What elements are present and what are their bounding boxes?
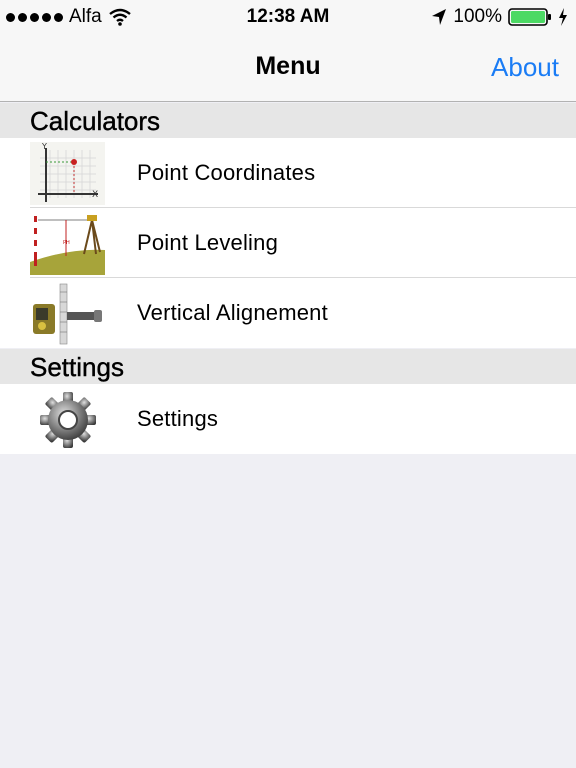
charging-bolt-icon (559, 8, 567, 26)
battery-percent: 100% (453, 6, 502, 27)
list-item-settings[interactable]: Settings (0, 384, 576, 454)
svg-text:X: X (92, 190, 98, 200)
list-item-label: Point Leveling (137, 230, 279, 255)
battery-icon (508, 8, 551, 26)
navigation-bar: Menu About (0, 34, 576, 102)
list-item-label: Vertical Alignement (137, 300, 328, 325)
svg-text:Y: Y (41, 142, 47, 151)
point-leveling-icon: PH (30, 212, 105, 275)
svg-text:PH: PH (63, 240, 70, 246)
point-coordinates-icon: Y X (30, 142, 105, 205)
section-header-settings: Settings (0, 349, 576, 384)
list-item-vertical-alignement[interactable]: Vertical Alignement (0, 278, 576, 348)
vertical-alignement-icon (30, 282, 105, 345)
location-arrow-icon (432, 9, 447, 25)
status-right: 100% (431, 6, 568, 28)
section-header-calculators: Calculators (0, 103, 576, 138)
about-button[interactable]: About (491, 52, 559, 83)
page-title: Menu (255, 52, 321, 80)
list-item-point-coordinates[interactable]: Y X Point Coordinates (0, 138, 576, 208)
list-item-point-leveling[interactable]: PH Point Leveling (0, 208, 576, 278)
list-item-label: Point Coordinates (137, 160, 316, 185)
status-bar: Alfa 12:38 AM 100% (0, 0, 576, 34)
gear-icon (40, 392, 96, 448)
list-item-label: Settings (137, 406, 219, 431)
